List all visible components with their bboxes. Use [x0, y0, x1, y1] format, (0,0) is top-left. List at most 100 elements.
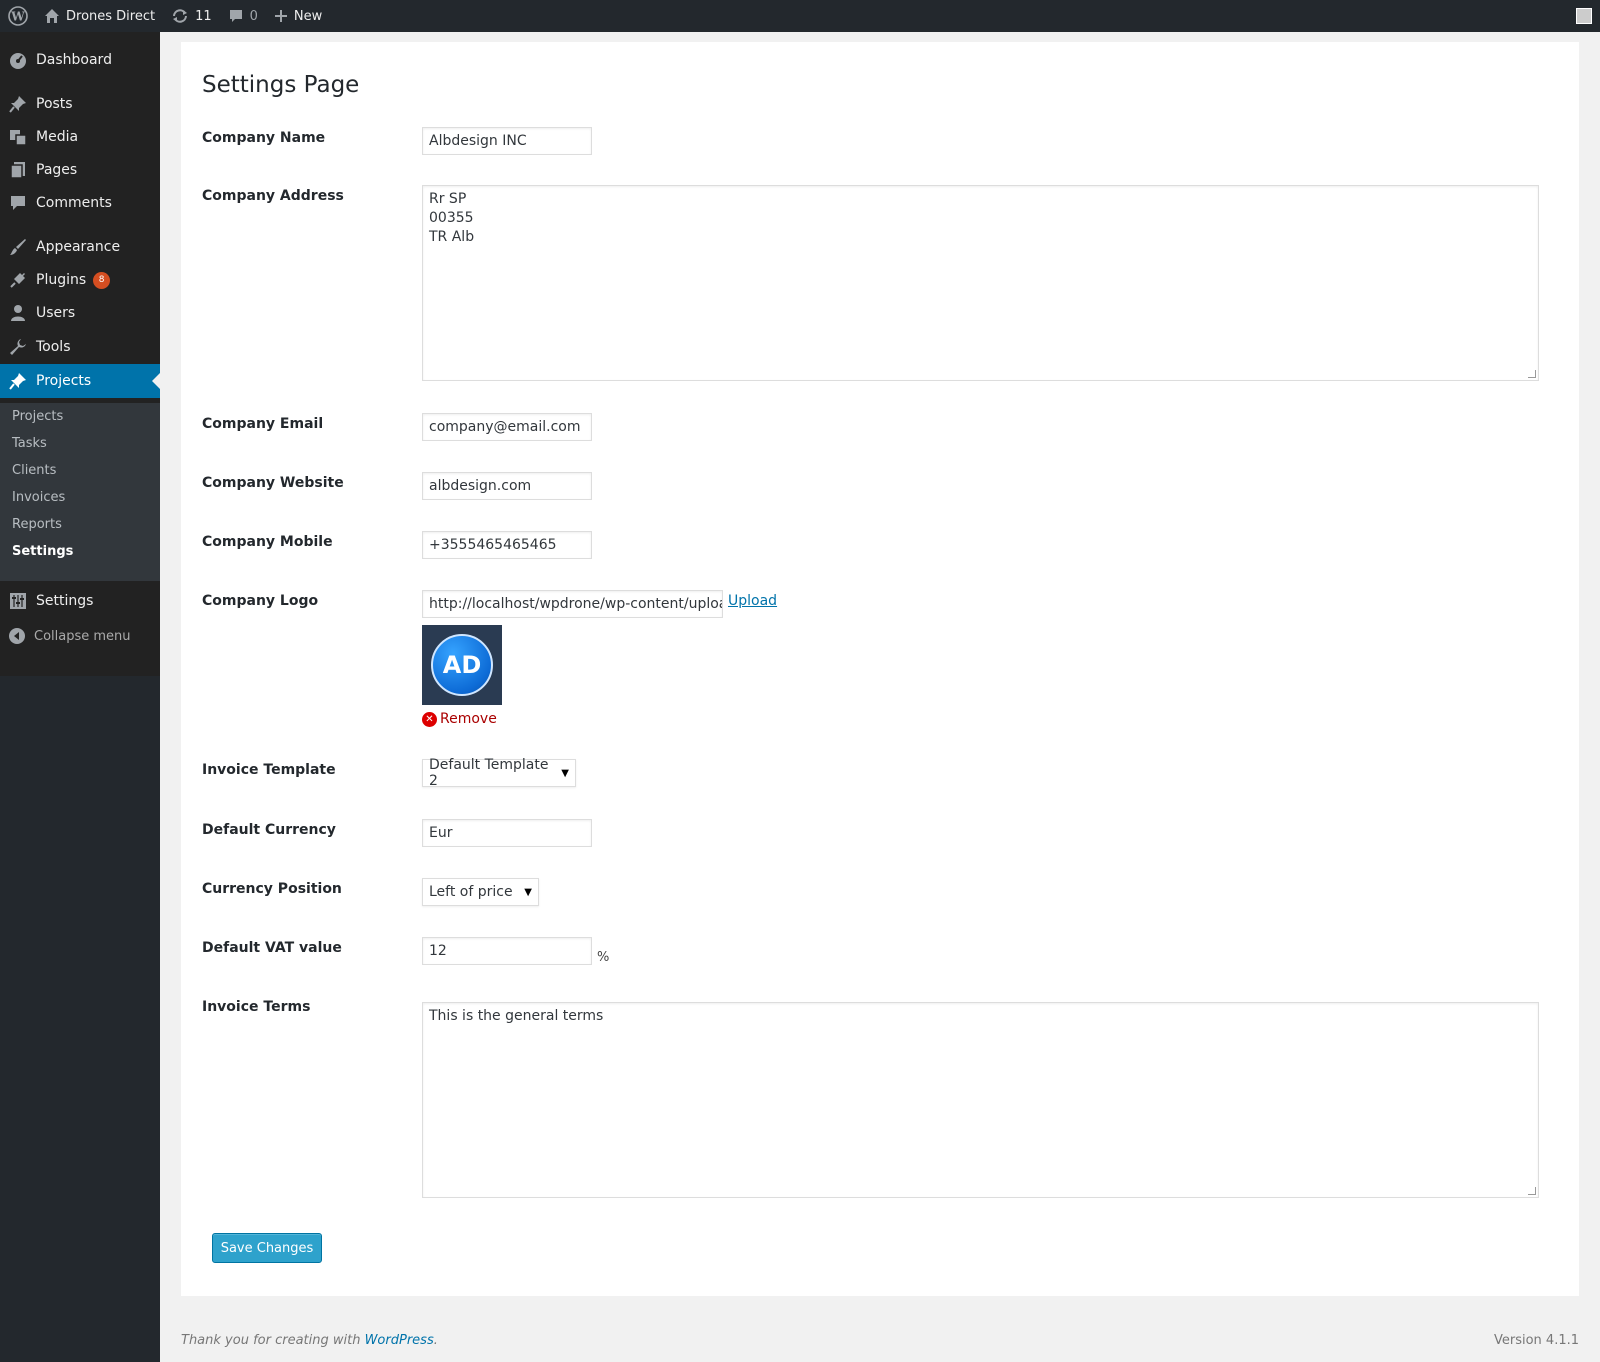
address-line: Rr SP [429, 191, 467, 207]
invoice-terms-label: Invoice Terms [202, 999, 311, 1015]
address-line: 00355 [429, 210, 474, 226]
footer-version: Version 4.1.1 [1493, 1333, 1579, 1348]
submenu-item-reports[interactable]: Reports [12, 517, 62, 532]
user-avatar[interactable] [1576, 8, 1592, 24]
footer-thanks-prefix: Thank you for creating with [181, 1333, 365, 1348]
media-icon [0, 128, 36, 146]
dropdown-arrow-icon: ▼ [561, 767, 569, 779]
company-mobile-input[interactable]: +3555465465465 [422, 531, 592, 559]
currency-position-value: Left of price [429, 884, 513, 900]
pin-icon [0, 372, 36, 390]
menu-item-users[interactable]: Users [0, 296, 160, 330]
company-email-label: Company Email [202, 416, 324, 432]
remove-logo-button[interactable]: ✕ Remove [422, 711, 497, 727]
remove-label: Remove [440, 711, 497, 727]
invoice-terms-textarea[interactable]: This is the general terms [422, 1002, 1539, 1198]
wordpress-link[interactable]: WordPress [365, 1333, 434, 1348]
updates-link[interactable]: 11 [163, 0, 220, 32]
menu-item-plugins[interactable]: Plugins 8 [0, 263, 160, 297]
menu-label-appearance: Appearance [36, 239, 121, 255]
wordpress-icon: W [8, 6, 28, 26]
site-name-link[interactable]: Drones Direct [36, 0, 163, 32]
menu-item-tools[interactable]: Tools [0, 330, 160, 364]
invoice-template-label: Invoice Template [202, 762, 336, 778]
address-line: TR Alb [429, 229, 475, 245]
menu-label-tools: Tools [36, 339, 71, 355]
brush-icon [0, 238, 36, 256]
footer-thanks: Thank you for creating with WordPress. [181, 1333, 438, 1348]
new-content-link[interactable]: New [266, 0, 330, 32]
dropdown-arrow-icon: ▼ [524, 886, 532, 898]
menu-item-posts[interactable]: Posts [0, 87, 160, 121]
menu-label-pages: Pages [36, 162, 78, 178]
comment-icon [0, 194, 36, 212]
company-logo-url-input[interactable]: http://localhost/wpdrone/wp-content/uplo… [422, 590, 723, 618]
settings-icon [0, 592, 36, 610]
vat-unit: % [597, 950, 610, 965]
remove-x-icon: ✕ [422, 711, 437, 727]
footer-thanks-suffix: . [433, 1333, 438, 1348]
company-mobile-label: Company Mobile [202, 534, 333, 550]
upload-link[interactable]: Upload [728, 593, 777, 609]
resize-handle-icon[interactable] [1528, 1187, 1536, 1195]
submenu-item-tasks[interactable]: Tasks [12, 436, 47, 451]
menu-item-projects[interactable]: Projects [0, 364, 160, 398]
menu-label-media: Media [36, 129, 79, 145]
wrench-icon [0, 338, 36, 356]
collapse-arrow-icon [0, 627, 34, 645]
menu-label-settings: Settings [36, 593, 94, 609]
admin-menu: Dashboard Posts Media Pages Comments App… [0, 32, 160, 676]
company-name-input[interactable]: Albdesign INC [422, 127, 592, 155]
user-icon [0, 304, 36, 322]
vat-label: Default VAT value [202, 940, 342, 956]
plus-icon [274, 9, 288, 23]
update-icon [171, 8, 189, 24]
plugin-icon [0, 271, 36, 289]
page-title: Settings Page [202, 72, 360, 98]
save-changes-button[interactable]: Save Changes [212, 1233, 322, 1263]
submenu-item-invoices[interactable]: Invoices [12, 490, 65, 505]
svg-text:W: W [10, 10, 25, 24]
company-logo-label: Company Logo [202, 593, 319, 609]
menu-item-media[interactable]: Media [0, 120, 160, 154]
currency-position-select[interactable]: Left of price ▼ [422, 878, 539, 906]
company-website-input[interactable]: albdesign.com [422, 472, 592, 500]
menu-label-users: Users [36, 305, 76, 321]
projects-submenu: Projects Tasks Clients Invoices Reports … [0, 403, 160, 581]
updates-count: 11 [195, 8, 212, 24]
invoice-template-select[interactable]: Default Template 2 ▼ [422, 757, 576, 789]
company-address-textarea[interactable]: Rr SP 00355 TR Alb [422, 185, 1539, 381]
pin-icon [0, 95, 36, 113]
collapse-menu-button[interactable]: Collapse menu [0, 621, 131, 651]
menu-label-projects: Projects [36, 373, 92, 389]
ad-logo-image: AD [431, 634, 493, 696]
admin-bar: W Drones Direct 11 0 New [0, 0, 1600, 32]
dashboard-icon [0, 51, 36, 69]
menu-label-comments: Comments [36, 195, 112, 211]
submenu-item-settings[interactable]: Settings [12, 544, 73, 559]
comments-link[interactable]: 0 [220, 0, 266, 32]
menu-item-appearance[interactable]: Appearance [0, 230, 160, 264]
vat-input[interactable]: 12 [422, 937, 592, 965]
invoice-template-value: Default Template 2 [429, 757, 549, 789]
menu-item-settings[interactable]: Settings [0, 584, 160, 618]
menu-label-plugins: Plugins [36, 272, 87, 288]
site-name: Drones Direct [66, 8, 156, 24]
menu-item-comments[interactable]: Comments [0, 186, 160, 220]
menu-item-dashboard[interactable]: Dashboard [0, 43, 160, 77]
company-email-input[interactable]: company@email.com [422, 413, 592, 441]
default-currency-input[interactable]: Eur [422, 819, 592, 847]
comments-count: 0 [249, 8, 258, 24]
submenu-item-projects[interactable]: Projects [12, 409, 63, 424]
submenu-item-clients[interactable]: Clients [12, 463, 56, 478]
resize-handle-icon[interactable] [1528, 370, 1536, 378]
pages-icon [0, 161, 36, 179]
menu-label-posts: Posts [36, 96, 73, 112]
company-logo-preview: AD [422, 625, 502, 705]
plugins-update-badge: 8 [93, 271, 111, 289]
invoice-terms-text: This is the general terms [429, 1008, 604, 1024]
comment-icon [228, 8, 244, 24]
menu-item-pages[interactable]: Pages [0, 153, 160, 187]
wordpress-logo-button[interactable]: W [0, 0, 36, 32]
home-icon [44, 8, 60, 24]
